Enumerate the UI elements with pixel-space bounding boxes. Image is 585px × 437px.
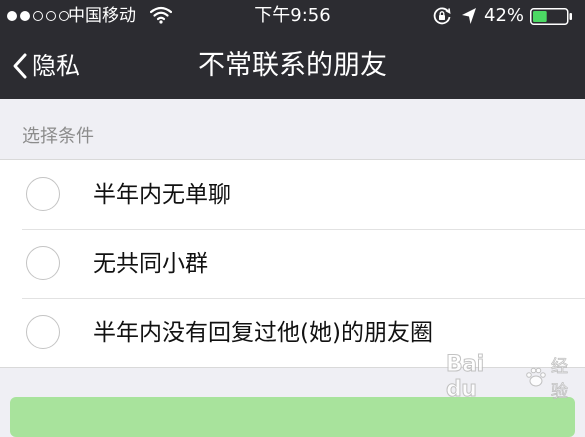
option-label: 半年内无单聊 [93, 182, 231, 208]
watermark-sub: 经验 [551, 357, 569, 403]
watermark-brand: Bai du [445, 352, 484, 403]
location-arrow-icon [462, 8, 476, 24]
radio-circle-icon[interactable] [26, 177, 60, 211]
radio-circle-icon[interactable] [26, 315, 60, 349]
rotation-lock-icon [433, 7, 451, 25]
status-bar: 中国移动 下午9:56 42% [0, 0, 585, 33]
option-row-no-common-group[interactable]: 无共同小群 [0, 229, 585, 298]
section-header: 选择条件 [22, 126, 94, 147]
baidu-watermark: Bai du 经验 [445, 352, 585, 403]
page-title: 不常联系的朋友 [198, 50, 387, 81]
paw-icon [526, 367, 546, 387]
battery-icon [530, 8, 572, 25]
option-label: 半年内没有回复过他(她)的朋友圈 [93, 320, 433, 346]
option-label: 无共同小群 [93, 251, 208, 277]
battery-percent: 42% [484, 5, 525, 26]
option-row-no-private-chat[interactable]: 半年内无单聊 [0, 160, 585, 229]
radio-circle-icon[interactable] [26, 246, 60, 280]
confirm-button[interactable] [10, 397, 575, 437]
condition-list: 半年内无单聊 无共同小群 半年内没有回复过他(她)的朋友圈 [0, 159, 585, 368]
navigation-bar: 隐私 不常联系的朋友 [0, 33, 585, 99]
